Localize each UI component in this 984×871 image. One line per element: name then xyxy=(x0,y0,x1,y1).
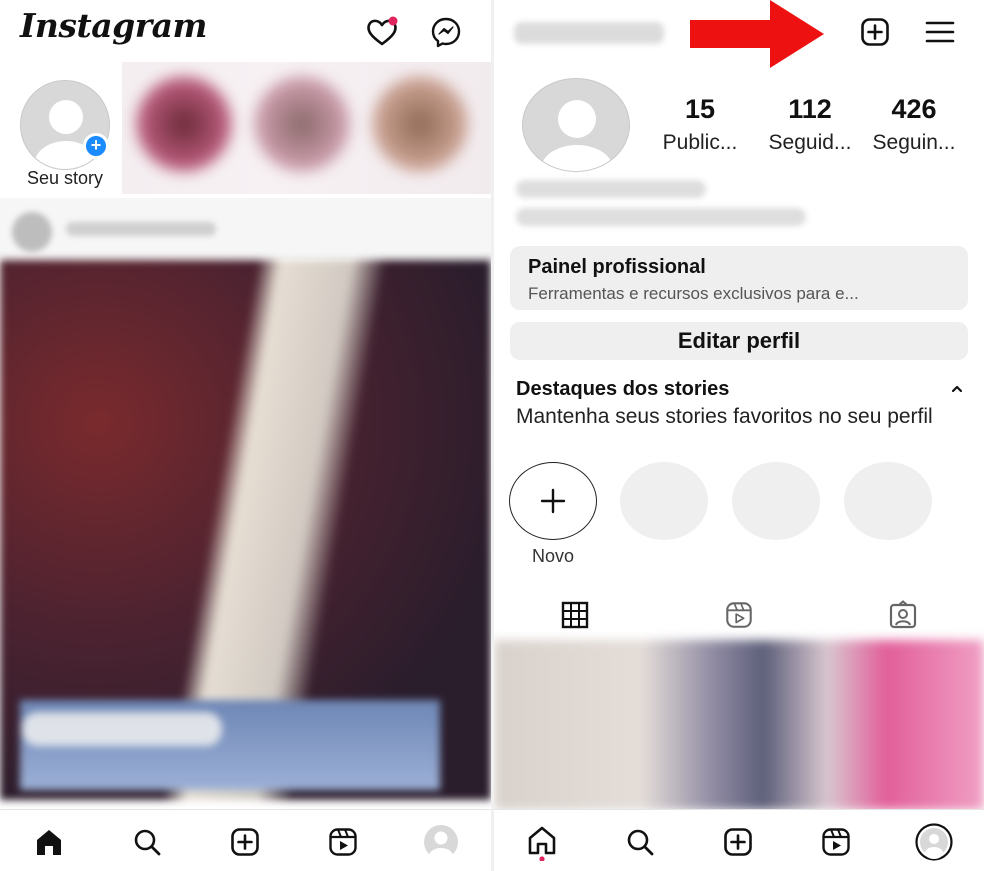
bottom-navigation xyxy=(494,809,984,871)
profile-avatar-icon[interactable] xyxy=(421,822,461,862)
own-story-label: Seu story xyxy=(26,168,104,188)
profile-picture[interactable] xyxy=(522,78,630,172)
grid-icon[interactable] xyxy=(555,595,595,635)
feed-screen: Instagram + Seu story xyxy=(0,0,491,871)
stories-tray-blurred[interactable] xyxy=(122,62,491,194)
profile-name-blurred xyxy=(516,180,706,198)
instagram-logo: Instagram xyxy=(20,6,207,45)
highlight-placeholder xyxy=(844,462,932,540)
new-highlight-button[interactable] xyxy=(509,462,597,540)
post-image-blurred[interactable] xyxy=(0,260,491,800)
username-blurred[interactable] xyxy=(514,22,664,44)
highlights-title: Destaques dos stories xyxy=(516,378,730,400)
stat-following[interactable]: 426 Seguin... xyxy=(864,94,964,155)
post-author-avatar[interactable] xyxy=(12,212,52,252)
heart-icon[interactable] xyxy=(362,12,402,52)
bottom-navigation xyxy=(0,809,491,871)
stat-following-label: Seguin... xyxy=(872,131,956,154)
profile-grid-post-blurred[interactable] xyxy=(494,640,984,810)
red-arrow-annotation xyxy=(690,0,824,68)
create-post-icon[interactable] xyxy=(855,12,895,52)
story-bubble[interactable] xyxy=(136,76,232,172)
story-bubble[interactable] xyxy=(254,76,350,172)
professional-dashboard-title: Painel profissional xyxy=(528,256,706,278)
plus-icon xyxy=(540,488,566,514)
professional-dashboard-subtitle: Ferramentas e recursos exclusivos para e… xyxy=(528,284,859,303)
create-post-icon[interactable] xyxy=(225,822,265,862)
story-bubble[interactable] xyxy=(372,76,468,172)
highlight-placeholder xyxy=(620,462,708,540)
home-icon[interactable] xyxy=(522,822,562,862)
search-icon[interactable] xyxy=(620,822,660,862)
add-story-badge[interactable]: + xyxy=(83,133,109,159)
post-image-tag xyxy=(22,712,222,746)
chevron-up-icon[interactable] xyxy=(946,378,968,400)
menu-icon[interactable] xyxy=(920,12,960,52)
professional-dashboard-panel[interactable]: Painel profissional Ferramentas e recurs… xyxy=(510,246,968,310)
reels-icon[interactable] xyxy=(323,822,363,862)
messenger-icon[interactable] xyxy=(426,12,466,52)
stat-posts-label: Public... xyxy=(662,131,738,154)
profile-bio-blurred xyxy=(516,208,806,226)
create-post-icon[interactable] xyxy=(718,822,758,862)
highlights-description: Mantenha seus stories favoritos no seu p… xyxy=(516,405,933,428)
new-highlight-label: Novo xyxy=(531,546,575,566)
stat-followers-label: Seguid... xyxy=(768,131,852,154)
stat-followers[interactable]: 112 Seguid... xyxy=(760,94,860,155)
tagged-icon[interactable] xyxy=(883,595,923,635)
stat-posts-value: 15 xyxy=(684,94,716,124)
home-icon[interactable] xyxy=(29,822,69,862)
profile-screen: 15 Public... 112 Seguid... 426 Seguin...… xyxy=(494,0,984,871)
post-author-name[interactable] xyxy=(66,222,216,236)
stat-followers-value: 112 xyxy=(788,94,832,124)
reels-icon[interactable] xyxy=(816,822,856,862)
search-icon[interactable] xyxy=(127,822,167,862)
profile-avatar-icon[interactable] xyxy=(914,822,954,862)
edit-profile-button[interactable]: Editar perfil xyxy=(510,322,968,360)
reels-tab-icon[interactable] xyxy=(719,595,759,635)
highlight-placeholder xyxy=(732,462,820,540)
stat-following-value: 426 xyxy=(891,94,937,124)
stat-posts[interactable]: 15 Public... xyxy=(650,94,750,155)
post-header-blurred xyxy=(0,198,491,260)
